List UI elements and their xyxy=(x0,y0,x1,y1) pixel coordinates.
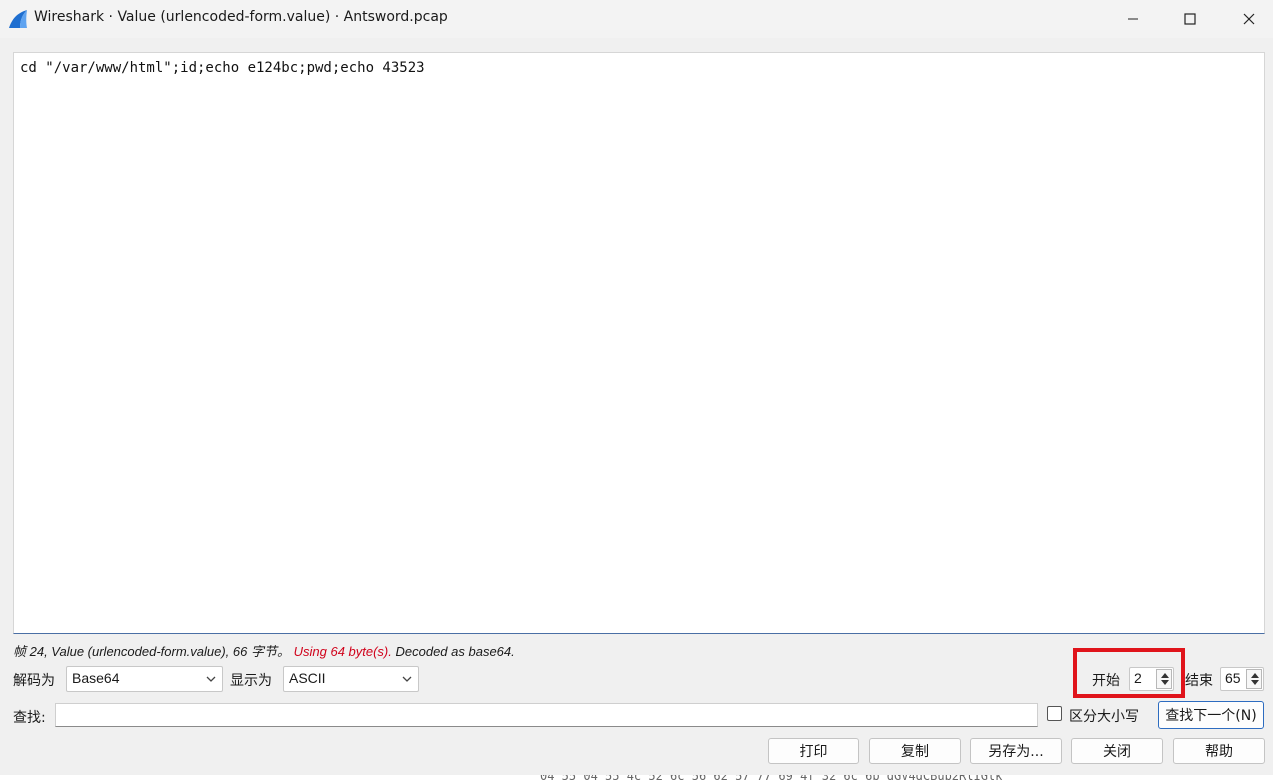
case-sensitive-label: 区分大小写 xyxy=(1069,709,1139,725)
minimize-button[interactable] xyxy=(1103,0,1163,38)
maximize-button[interactable] xyxy=(1160,0,1220,38)
find-input[interactable] xyxy=(55,703,1038,727)
show-as-label: 显示为 xyxy=(230,673,272,689)
background-hex-view: 04 55 04 55 4c 52 6c 56 62 57 77 69 4f 3… xyxy=(0,775,1273,783)
save-as-button[interactable]: 另存为... xyxy=(970,738,1062,764)
decode-as-value: Base64 xyxy=(72,670,120,686)
chevron-down-icon xyxy=(402,676,412,682)
decode-as-select[interactable]: Base64 xyxy=(66,666,223,692)
help-button[interactable]: 帮助 xyxy=(1173,738,1265,764)
title-bar: Wireshark · Value (urlencoded-form.value… xyxy=(0,0,1273,38)
decode-as-label: 解码为 xyxy=(13,673,55,689)
background-hex-text: 04 55 04 55 4c 52 6c 56 62 57 77 69 4f 3… xyxy=(540,775,1003,783)
window-title: Wireshark · Value (urlencoded-form.value… xyxy=(34,9,448,25)
case-sensitive-checkbox[interactable] xyxy=(1047,706,1062,721)
close-icon xyxy=(1243,13,1255,25)
close-window-button[interactable] xyxy=(1219,0,1273,38)
show-as-value: ASCII xyxy=(289,670,326,686)
find-next-button[interactable]: 查找下一个(N) xyxy=(1158,701,1264,729)
arrow-down-icon xyxy=(1251,680,1259,685)
content-text-area[interactable]: cd "/var/www/html";id;echo e124bc;pwd;ec… xyxy=(13,52,1265,634)
packet-info-prefix: 帧 24, Value (urlencoded-form.value), 66 … xyxy=(13,644,290,659)
maximize-icon xyxy=(1184,13,1196,25)
chevron-down-icon xyxy=(206,676,216,682)
end-stepper[interactable] xyxy=(1246,669,1262,689)
bytes-used-warning: Using 64 byte(s). xyxy=(293,644,392,659)
arrow-up-icon xyxy=(1251,673,1259,678)
end-spinbox[interactable]: 65 xyxy=(1220,667,1264,691)
close-button[interactable]: 关闭 xyxy=(1071,738,1163,764)
wireshark-fin-icon xyxy=(9,10,27,28)
highlight-annotation-box xyxy=(1073,648,1185,698)
decode-status: Decoded as base64. xyxy=(395,644,515,659)
find-label: 查找: xyxy=(13,710,46,726)
minimize-icon xyxy=(1128,18,1138,20)
end-label: 结束 xyxy=(1185,673,1213,689)
packet-info-line: 帧 24, Value (urlencoded-form.value), 66 … xyxy=(13,641,515,660)
end-value: 65 xyxy=(1225,670,1241,686)
show-as-select[interactable]: ASCII xyxy=(283,666,419,692)
print-button[interactable]: 打印 xyxy=(768,738,859,764)
copy-button[interactable]: 复制 xyxy=(869,738,961,764)
